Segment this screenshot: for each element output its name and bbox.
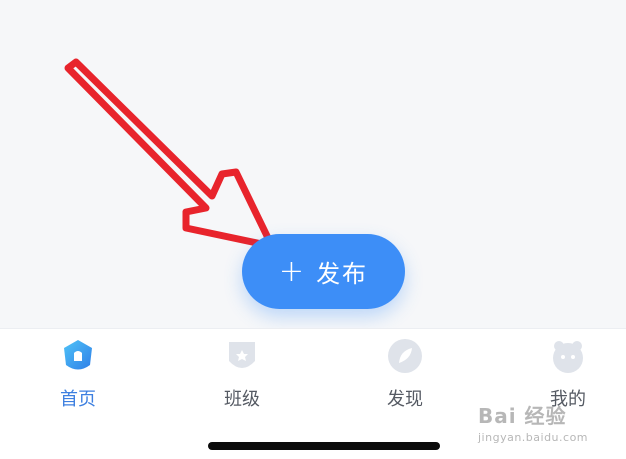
- tab-class[interactable]: 班级: [192, 337, 292, 417]
- home-indicator[interactable]: [208, 442, 440, 450]
- publish-button[interactable]: + 发布: [242, 234, 405, 309]
- watermark-sub: jingyan.baidu.com: [478, 431, 589, 444]
- tab-label: 班级: [224, 389, 260, 410]
- watermark-main: Bai 经验: [478, 404, 567, 428]
- profile-face-icon: [553, 341, 583, 373]
- home-shield-icon: [64, 340, 92, 370]
- plus-icon: +: [278, 253, 305, 289]
- publish-label: 发布: [316, 260, 369, 288]
- class-badge-icon: [229, 342, 255, 368]
- tab-discover[interactable]: 发现: [355, 337, 455, 417]
- tab-label: 首页: [60, 389, 96, 410]
- discover-leaf-icon: [388, 339, 422, 373]
- tab-home[interactable]: 首页: [28, 337, 128, 417]
- tab-label: 发现: [387, 389, 423, 410]
- watermark: Bai 经验 jingyan.baidu.com: [478, 400, 598, 450]
